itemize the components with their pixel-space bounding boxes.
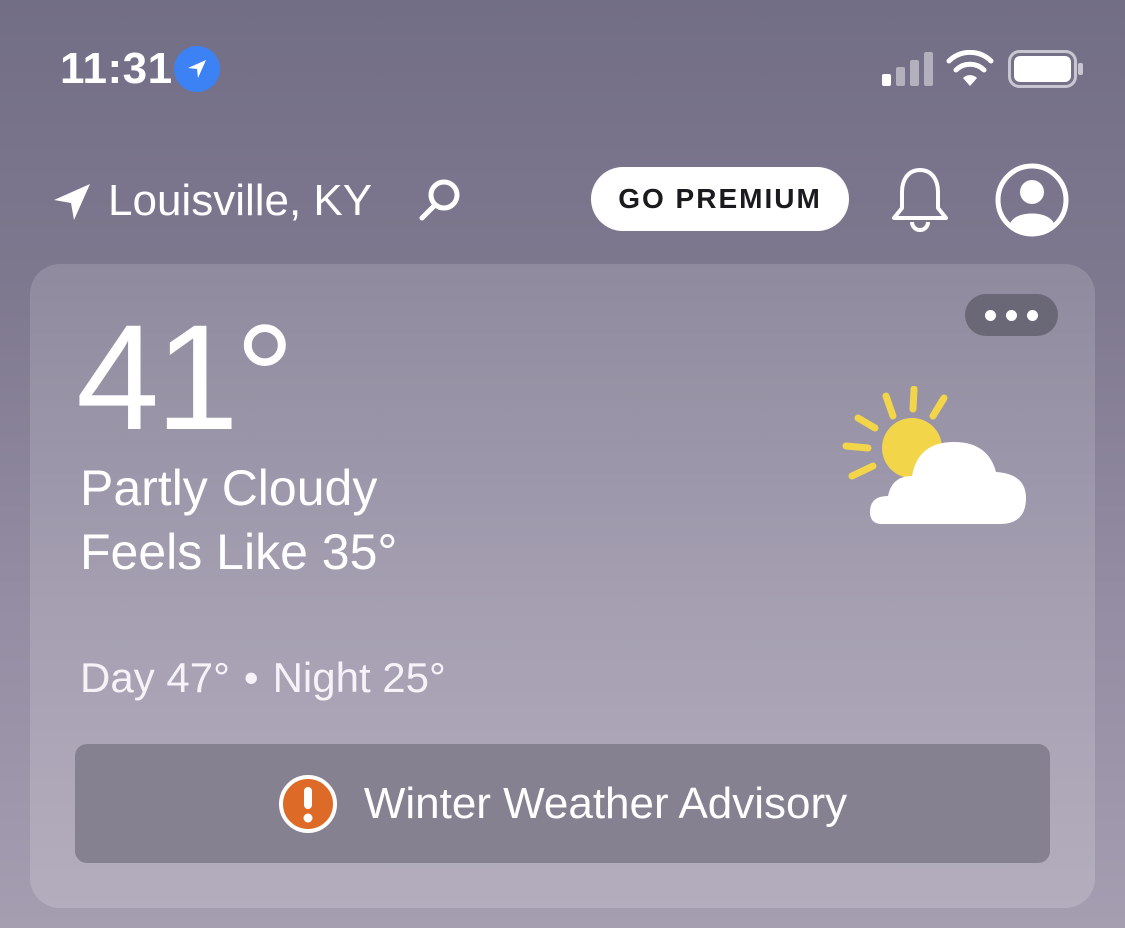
condition-text: Partly Cloudy [80,460,378,516]
go-premium-button[interactable]: GO PREMIUM [591,167,849,231]
header: Louisville, KY GO PREMIUM [0,150,1125,250]
search-icon[interactable] [416,176,464,224]
day-night-temps: Day 47° • Night 25° [80,654,446,702]
winter-weather-advisory-button[interactable]: Winter Weather Advisory [75,744,1050,863]
signal-icon [882,52,933,86]
partly-cloudy-icon [842,386,1026,524]
wifi-icon [946,50,994,86]
advisory-label: Winter Weather Advisory [363,778,848,828]
more-dot-icon [1006,309,1017,321]
battery-icon [1008,50,1083,88]
account-icon[interactable] [994,162,1070,238]
location-arrow-icon[interactable] [52,182,92,222]
status-time: 11:31 [60,44,173,93]
more-dot-icon [985,309,996,321]
current-temperature: 41° [76,293,295,461]
day-temp: Day 47° [80,654,230,701]
more-options-button[interactable] [965,294,1058,336]
status-bar: 11:31 [0,0,1125,140]
feels-like-text: Feels Like 35° [80,524,398,580]
location-services-icon [174,46,220,92]
more-dot-icon [1027,309,1038,321]
bell-icon[interactable] [888,164,952,234]
location-name[interactable]: Louisville, KY [108,176,372,226]
separator-dot: • [243,654,259,701]
night-temp: Night 25° [272,654,446,701]
alert-icon [278,774,337,833]
current-conditions-card[interactable]: 41° Partly Cloudy Feels Like 35° Day 47°… [30,264,1095,908]
